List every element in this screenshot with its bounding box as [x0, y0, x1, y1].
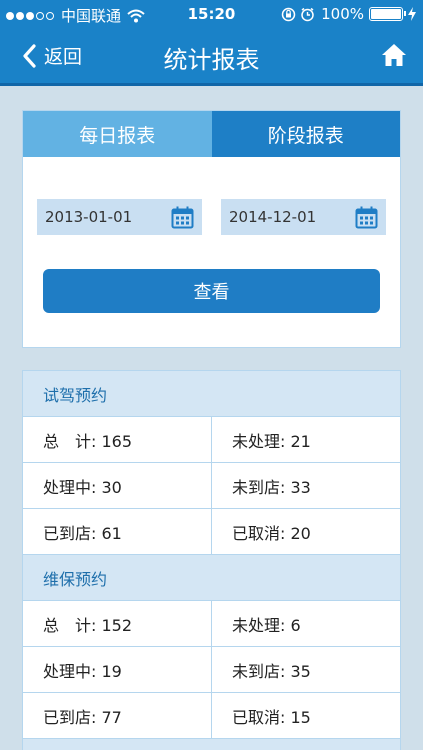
tab-daily-report[interactable]: 每日报表 — [23, 111, 212, 157]
stat-processing: 处理中: 19 — [23, 647, 212, 692]
table-row: 已到店: 61 已取消: 20 — [23, 509, 400, 555]
charging-icon — [408, 7, 416, 21]
table-row: 已到店: 77 已取消: 15 — [23, 693, 400, 739]
end-date-value: 2014-12-01 — [229, 208, 317, 226]
table-row: 处理中: 30 未到店: 33 — [23, 463, 400, 509]
battery-icon — [369, 7, 406, 21]
section-header-more — [23, 739, 400, 750]
stat-total: 总 计: 152 — [23, 601, 212, 646]
stat-not-arrived: 未到店: 33 — [232, 477, 311, 497]
view-button[interactable]: 查看 — [43, 269, 380, 313]
rotation-lock-icon — [281, 7, 296, 21]
start-date-field[interactable]: 2013-01-01 — [37, 199, 202, 235]
table-row: 处理中: 19 未到店: 35 — [23, 647, 400, 693]
stat-arrived: 已到店: 61 — [23, 509, 212, 554]
battery-percent: 100% — [321, 5, 364, 23]
stat-unprocessed: 未处理: 6 — [232, 615, 301, 635]
table-row: 总 计: 152 未处理: 6 — [23, 601, 400, 647]
stat-cancelled: 已取消: 15 — [232, 707, 311, 727]
stat-processing: 处理中: 30 — [23, 463, 212, 508]
nav-bar: 返回 统计报表 — [0, 28, 423, 86]
alarm-icon — [301, 7, 314, 21]
table-row: 总 计: 165 未处理: 21 — [23, 417, 400, 463]
report-filter-panel: 每日报表 阶段报表 2013-01-01 2014-12-01 查看 — [22, 110, 401, 348]
tab-period-report[interactable]: 阶段报表 — [211, 111, 400, 157]
calendar-icon[interactable] — [171, 206, 194, 229]
end-date-field[interactable]: 2014-12-01 — [221, 199, 386, 235]
status-bar: 中国联通 15:20 100% — [0, 0, 423, 28]
report-tabs: 每日报表 阶段报表 — [23, 111, 400, 157]
stat-unprocessed: 未处理: 21 — [232, 431, 311, 451]
start-date-value: 2013-01-01 — [45, 208, 133, 226]
home-icon[interactable] — [381, 43, 407, 67]
stat-cancelled: 已取消: 20 — [232, 523, 311, 543]
section-header-test-drive: 试驾预约 — [23, 371, 400, 417]
stat-arrived: 已到店: 77 — [23, 693, 212, 738]
stat-total: 总 计: 165 — [23, 417, 212, 462]
stat-not-arrived: 未到店: 35 — [232, 661, 311, 681]
calendar-icon[interactable] — [355, 206, 378, 229]
section-header-maintenance: 维保预约 — [23, 555, 400, 601]
page-title: 统计报表 — [163, 46, 260, 74]
stats-table: 试驾预约 总 计: 165 未处理: 21 处理中: 30 未到店: 33 已到… — [22, 370, 401, 750]
